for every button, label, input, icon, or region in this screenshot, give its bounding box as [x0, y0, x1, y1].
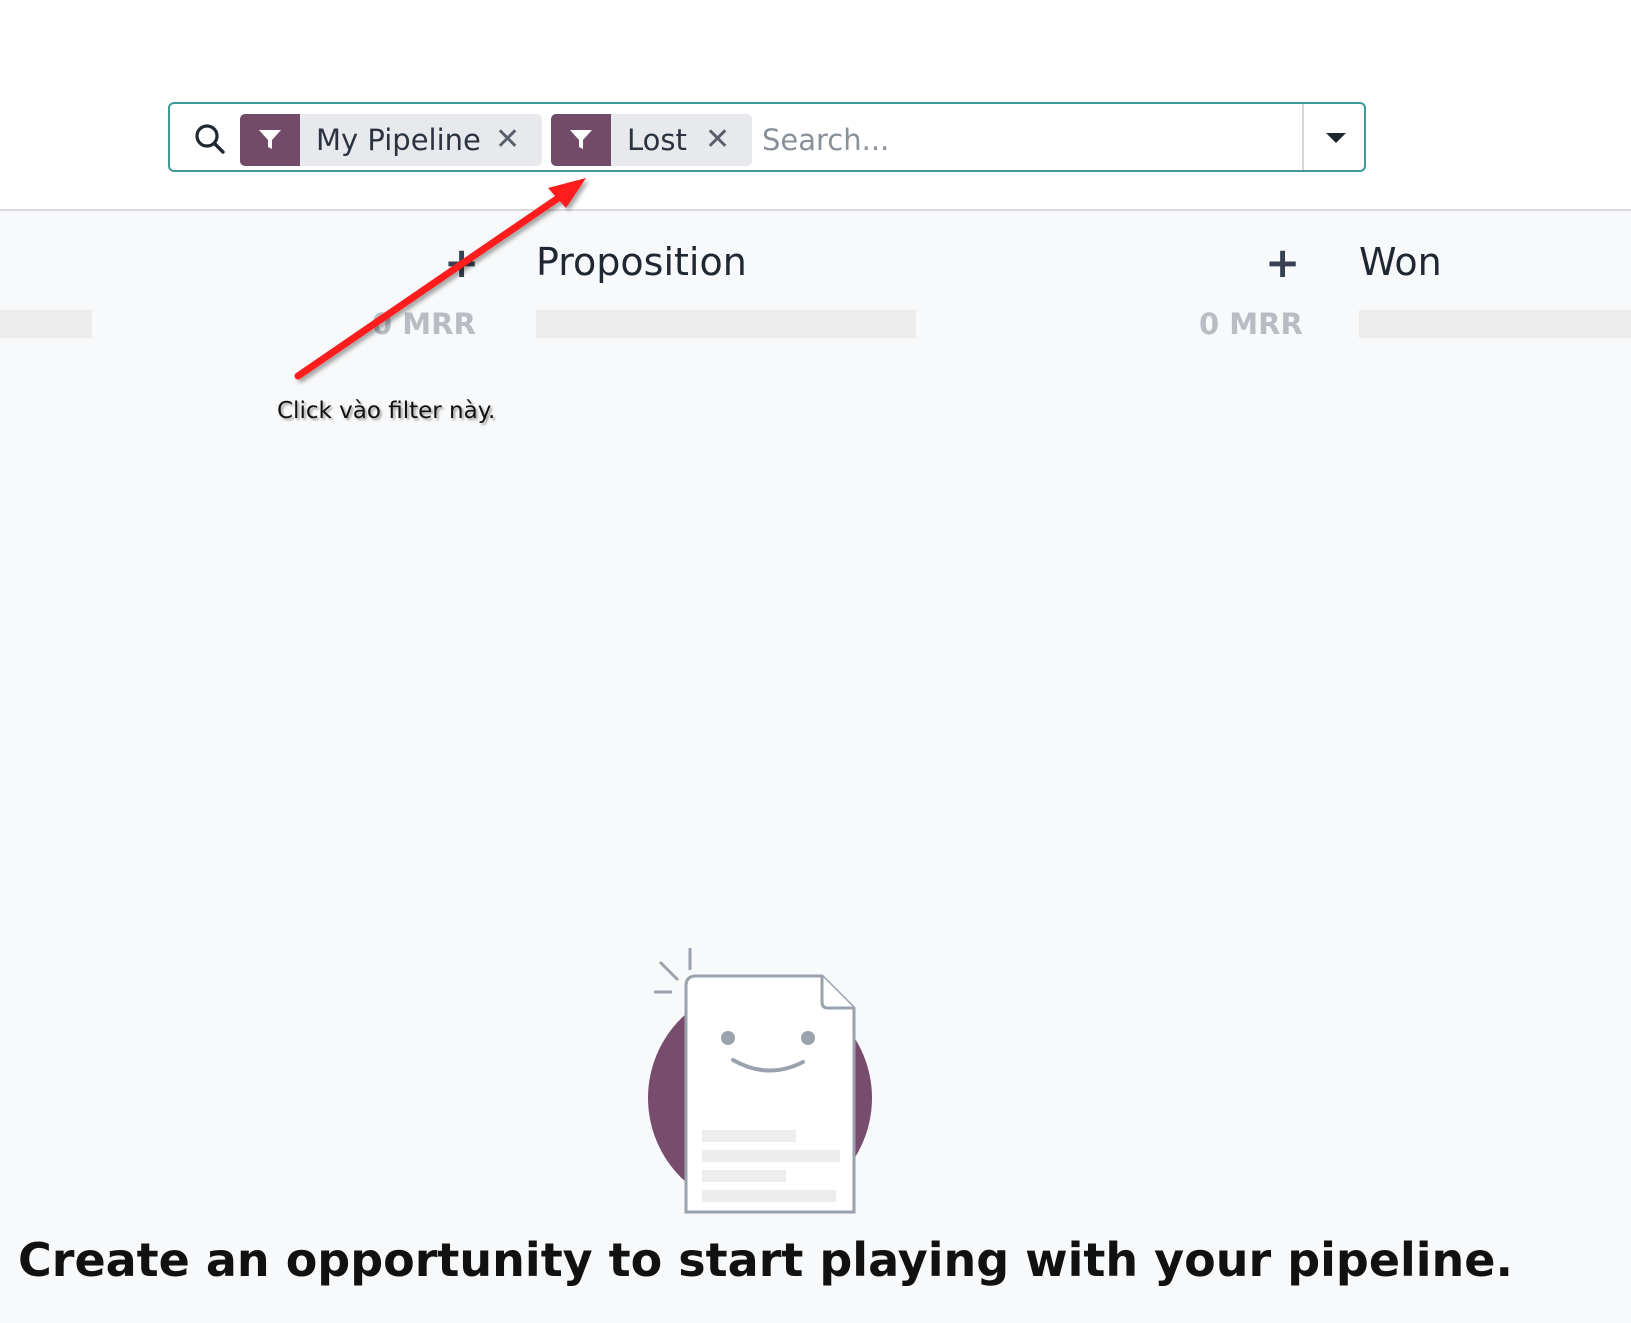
annotation-text: Click vào filter này. [277, 398, 496, 424]
empty-state-title: Create an opportunity to start playing w… [18, 1233, 1513, 1287]
empty-document-icon [648, 948, 872, 1214]
